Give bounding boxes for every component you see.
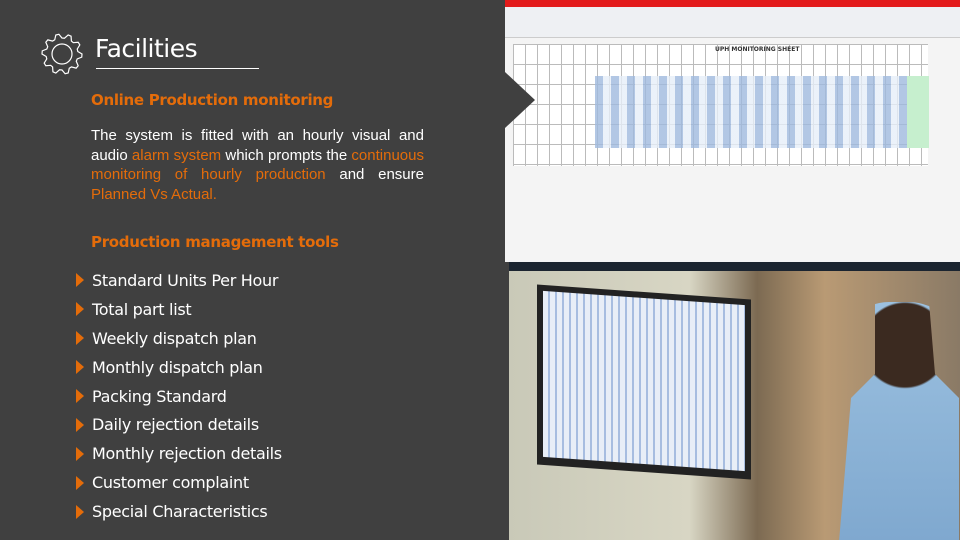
list-item: Customer complaint [76,468,282,497]
sheet-title: UPH MONITORING SHEET [715,46,800,53]
list-item-label: Daily rejection details [92,415,259,435]
list-item-label: Special Characteristics [92,502,268,522]
bullet-arrow-icon [76,360,84,375]
monitoring-description: The system is fitted with an hourly visu… [91,126,424,204]
highlighted-text: Planned Vs Actual. [91,185,217,203]
monitoring-photo [509,262,960,540]
list-item: Packing Standard [76,382,282,411]
list-item: Monthly dispatch plan [76,353,282,382]
bullet-arrow-icon [76,273,84,288]
list-item-label: Weekly dispatch plan [92,328,257,348]
list-item-label: Customer complaint [92,473,249,493]
bullet-arrow-icon [76,389,84,403]
tools-list: Standard Units Per Hour Total part list We… [76,266,282,526]
taskbar [509,262,960,271]
bullet-arrow-icon [76,302,84,317]
list-item: Standard Units Per Hour [76,266,282,295]
spreadsheet-screenshot: UPH MONITORING SHEET [505,0,960,262]
list-item-label: Monthly rejection details [92,444,282,464]
section-heading-management-tools: Production management tools [91,233,339,251]
pointer-notch [505,72,535,128]
highlighted-text: alarm system [131,146,222,164]
section-heading-online-monitoring: Online Production monitoring [91,91,334,109]
list-item-label: Standard Units Per Hour [92,270,279,290]
list-item: Weekly dispatch plan [76,324,282,353]
title-underline [96,68,259,69]
list-item-label: Monthly dispatch plan [92,357,263,377]
gear-icon [41,33,83,75]
bullet-arrow-icon [76,504,84,519]
bullet-arrow-icon [76,475,84,490]
list-item: Special Characteristics [76,497,282,526]
bullet-arrow-icon [76,417,84,432]
list-item: Total part list [76,295,282,324]
bullet-arrow-icon [76,331,84,346]
list-item: Daily rejection details [76,410,282,439]
excel-titlebar [505,0,960,7]
monitor-screen [543,290,745,472]
percentage-cells [907,76,929,148]
page-title: Facilities [95,34,198,63]
data-cells [595,76,915,148]
excel-ribbon [505,7,960,38]
list-item: Monthly rejection details [76,439,282,468]
text-segment: which prompts the [221,146,352,164]
operator [839,302,959,540]
text-segment: and ensure [325,166,424,183]
bullet-arrow-icon [76,446,84,461]
list-item-label: Total part list [92,299,192,319]
monitor [537,284,751,480]
list-item-label: Packing Standard [92,386,227,406]
